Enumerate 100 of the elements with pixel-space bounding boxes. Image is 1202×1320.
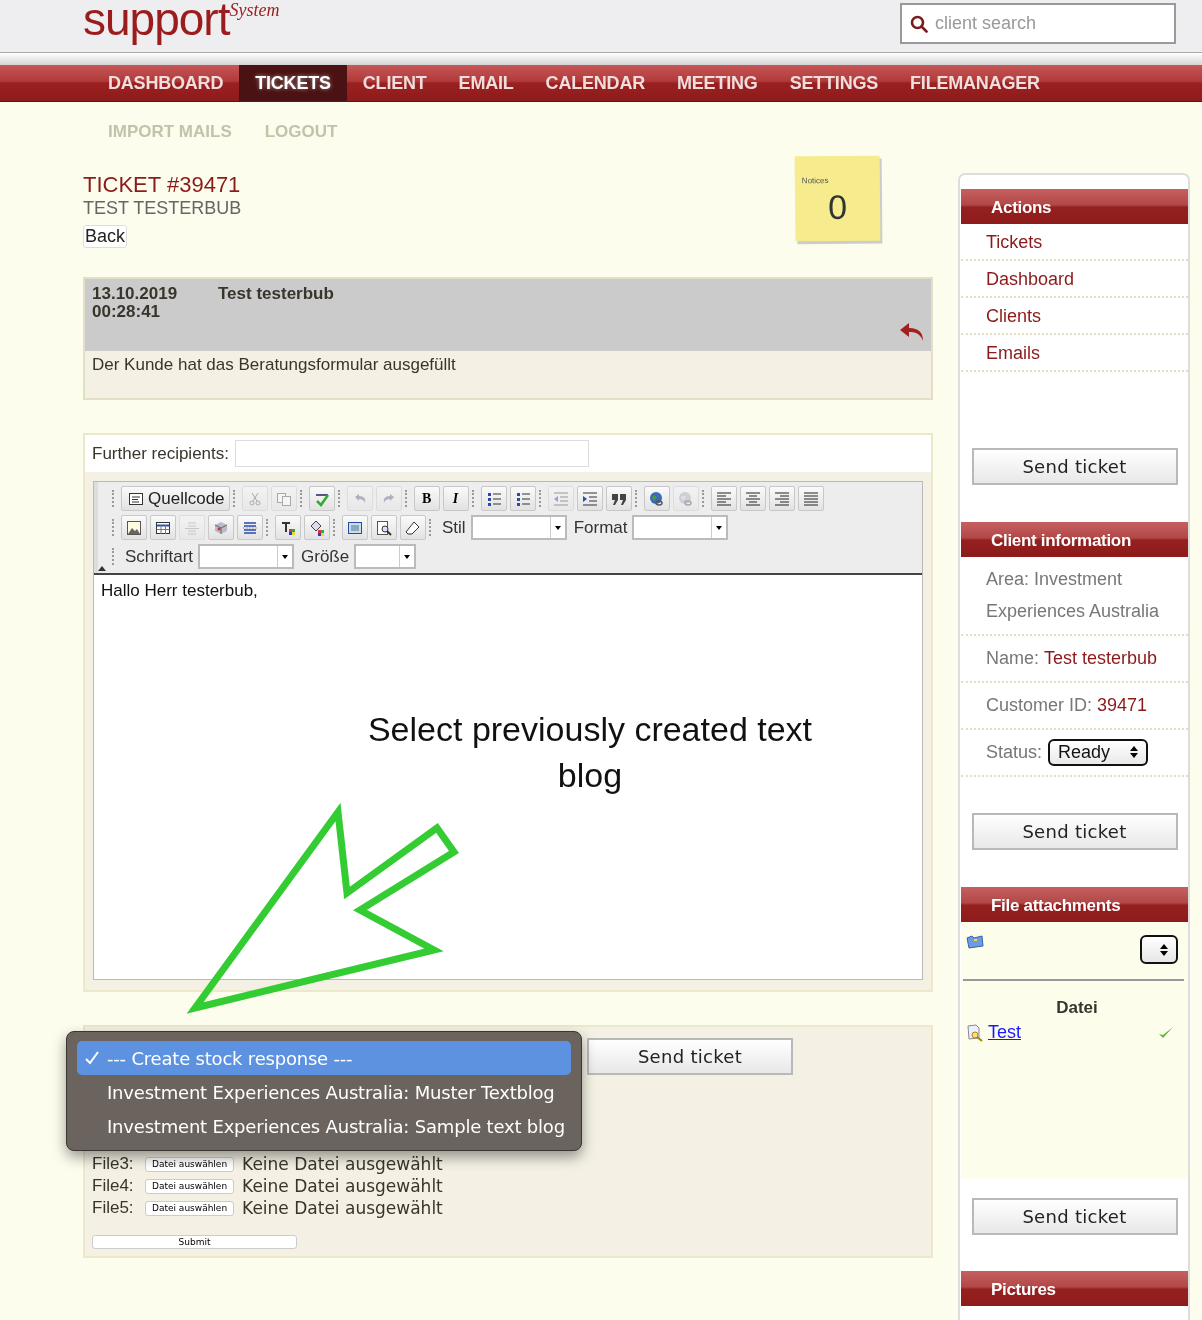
toolbar-label: Stil [442, 517, 466, 538]
nav-tab[interactable]: CALENDAR [529, 65, 661, 101]
table-icon [155, 519, 171, 536]
collapse-icon[interactable] [98, 566, 106, 571]
search-field[interactable]: client search [900, 3, 1176, 44]
field-label: Status: [986, 741, 1043, 764]
submit-button[interactable]: Submit [92, 1235, 297, 1249]
send-ticket-button[interactable]: Send ticket [971, 448, 1178, 485]
section-header: File attachments [961, 887, 1188, 922]
caret-icon [404, 554, 411, 559]
reply-icon[interactable] [899, 321, 925, 343]
file-status: Keine Datei ausgewählt [242, 1176, 443, 1196]
box-icon [213, 519, 229, 536]
frame-button[interactable] [342, 515, 368, 540]
section-header: Client information [961, 522, 1188, 557]
sidebar-link[interactable]: Dashboard [961, 261, 1188, 298]
align-left-button[interactable] [710, 486, 737, 511]
client-area: Area: Investment Experiences Australia [986, 563, 1188, 627]
notices-count: 0 [826, 187, 849, 228]
quote-button[interactable] [605, 486, 632, 511]
client-name: Test testerbub [1044, 647, 1158, 670]
find-button[interactable] [371, 515, 397, 540]
indent-icon [581, 490, 598, 507]
globe-unlink-icon [677, 490, 694, 507]
caret-icon [716, 525, 723, 530]
bullet-list-icon [514, 490, 531, 507]
source-button[interactable]: Quellcode [121, 486, 230, 511]
nav-tab[interactable]: FILEMANAGER [894, 65, 1056, 101]
image-icon [126, 519, 142, 536]
align-right-button[interactable] [768, 486, 795, 511]
numbered-list-icon [485, 490, 502, 507]
sort-arrows-icon [1160, 942, 1168, 957]
sidebar-link[interactable]: Clients [961, 298, 1188, 335]
toolbar-label: Format [573, 517, 628, 538]
choose-file-button[interactable]: Datei auswählen [145, 1156, 235, 1172]
sidebar-link[interactable]: Tickets [961, 224, 1188, 261]
align-center-button[interactable] [739, 486, 766, 511]
copy-icon [275, 490, 292, 507]
nav-tab[interactable]: CLIENT [346, 65, 443, 101]
text-color-icon [280, 519, 296, 536]
recipients-field[interactable] [235, 440, 589, 467]
checkmark-icon [85, 1051, 99, 1065]
globe-link-button[interactable] [643, 486, 670, 511]
column-header: Datei [1055, 998, 1099, 1018]
document-search-icon [966, 1023, 984, 1042]
caret-icon [282, 554, 289, 559]
italic-button[interactable]: I [442, 486, 469, 511]
document-icon [128, 490, 144, 507]
text-color-button[interactable] [275, 515, 301, 540]
numbered-list-button[interactable] [480, 486, 507, 511]
nav-tab[interactable]: DASHBOARD [92, 65, 240, 101]
box-button[interactable] [208, 515, 234, 540]
align-center-icon [744, 490, 761, 507]
toolbar-label: Schriftart [125, 546, 194, 567]
status-select[interactable]: Ready [1048, 738, 1149, 766]
customer-id: 39471 [1097, 694, 1148, 717]
choose-file-button[interactable]: Datei auswählen [145, 1200, 235, 1216]
dropdown-option[interactable]: Investment Experiences Australia: Sample text blog [77, 1109, 571, 1143]
dropdown-option[interactable]: Investment Experiences Australia: Muster Textblog [77, 1075, 571, 1109]
bold-button[interactable]: B [413, 486, 440, 511]
sort-arrows-icon [1130, 745, 1139, 759]
choose-file-button[interactable]: Datei auswählen [145, 1178, 235, 1194]
send-ticket-button[interactable]: Send ticket [587, 1038, 793, 1075]
back-button[interactable]: Back [83, 225, 128, 248]
nav-tab[interactable]: MEETING [661, 65, 774, 101]
paint-bucket-button[interactable] [304, 515, 330, 540]
eraser-icon [405, 519, 421, 536]
globe-link-icon [648, 490, 665, 507]
scissors-icon [246, 490, 263, 507]
nav-tab[interactable]: EMAIL [442, 65, 530, 101]
spellcheck-button[interactable] [308, 486, 335, 511]
bullet-list-button[interactable] [509, 486, 536, 511]
message-body: Der Kunde hat das Beratungsformular ausgefüllt [85, 351, 931, 398]
file-label: File4: [92, 1176, 135, 1196]
align-justify-icon [802, 490, 819, 507]
folder-icon[interactable] [966, 935, 984, 949]
nav-tab[interactable]: TICKETS [239, 65, 347, 101]
search-icon [910, 15, 928, 33]
recipients-label: Further recipients: [92, 443, 229, 464]
sticky-note[interactable]: Notices 0 [794, 155, 881, 242]
section-header: Pictures [961, 1271, 1188, 1306]
file-link[interactable]: Test [988, 1022, 1021, 1043]
page-break-button[interactable] [237, 515, 263, 540]
nav-tab[interactable]: SETTINGS [773, 65, 895, 101]
table-button[interactable] [150, 515, 176, 540]
section-header: Actions [961, 189, 1188, 224]
send-ticket-button[interactable]: Send ticket [971, 1197, 1178, 1235]
field-label: Name: [986, 647, 1039, 670]
annotation-text: Select previously created text blog [366, 709, 814, 796]
file-select[interactable] [1140, 935, 1178, 964]
image-button[interactable] [121, 515, 147, 540]
message-author: Test testerbub [218, 285, 334, 305]
message-date: 13.10.2019 00:28:41 [92, 285, 179, 323]
find-icon [376, 519, 392, 536]
send-ticket-button[interactable]: Send ticket [971, 813, 1178, 850]
eraser-button[interactable] [400, 515, 426, 540]
align-justify-button[interactable] [797, 486, 824, 511]
frame-icon [347, 519, 363, 536]
sidebar-link[interactable]: Emails [961, 335, 1188, 372]
file-status: Keine Datei ausgewählt [242, 1154, 443, 1174]
